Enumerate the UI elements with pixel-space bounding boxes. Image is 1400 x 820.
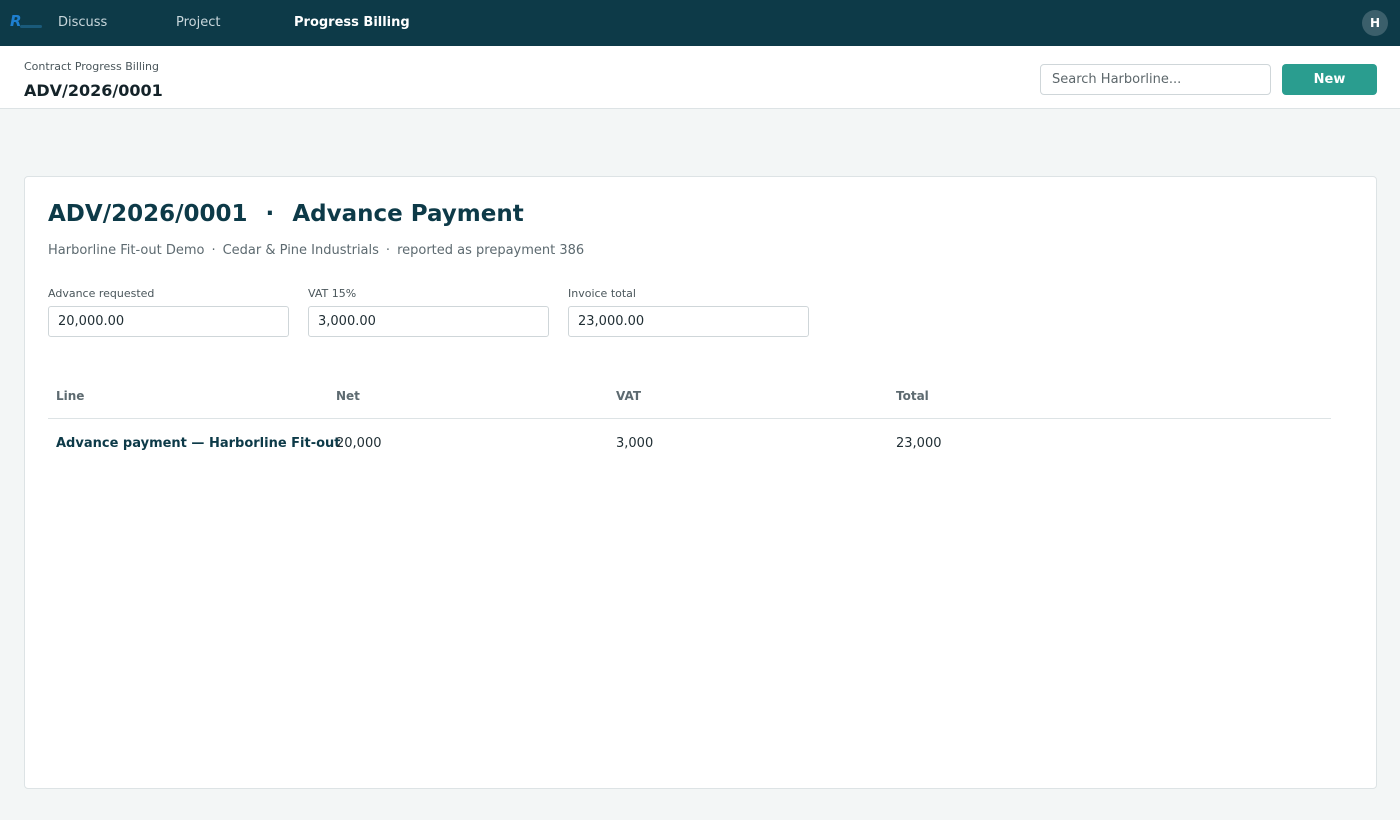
heading-reference: ADV/2026/0001 <box>48 201 248 227</box>
nav-item-progress-billing[interactable]: Progress Billing <box>294 15 410 30</box>
cell-net: 20,000 <box>336 436 382 451</box>
top-navbar: R Discuss Project Progress Billing H <box>0 0 1400 46</box>
meta-separator: · <box>211 243 216 258</box>
field-label: Advance requested <box>48 287 155 300</box>
app-logo-icon[interactable]: R <box>10 12 44 32</box>
breadcrumb[interactable]: Contract Progress Billing <box>24 60 159 73</box>
column-header-line[interactable]: Line <box>56 389 84 403</box>
table-row[interactable]: Advance payment — Harborline Fit-out 20,… <box>48 419 1331 467</box>
search-input[interactable] <box>1040 64 1271 95</box>
meta-separator: · <box>385 243 391 258</box>
field-label: Invoice total <box>568 287 636 300</box>
cell-line: Advance payment — Harborline Fit-out <box>56 436 341 451</box>
form-sheet: ADV/2026/0001 · Advance Payment Harborli… <box>24 176 1377 789</box>
field-advance-requested: Advance requested <box>48 287 289 337</box>
meta-partner: Cedar & Pine Industrials <box>222 243 379 258</box>
meta-project: Harborline Fit-out Demo <box>48 243 205 258</box>
field-label: VAT 15% <box>308 287 357 300</box>
heading-separator: · <box>265 201 275 227</box>
advance-requested-input[interactable] <box>48 306 289 337</box>
sheet-heading: ADV/2026/0001 · Advance Payment <box>48 201 524 227</box>
record-title: ADV/2026/0001 <box>24 81 163 100</box>
cell-vat: 3,000 <box>616 436 654 451</box>
meta-note: reported as prepayment 386 <box>397 243 585 258</box>
record-meta: Harborline Fit-out Demo · Cedar & Pine Ind… <box>48 243 584 258</box>
billing-lines-table: Line Net VAT Total Advance payment — Har… <box>48 373 1331 467</box>
new-button[interactable]: New <box>1282 64 1377 95</box>
column-header-net[interactable]: Net <box>336 389 360 403</box>
invoice-total-input[interactable] <box>568 306 809 337</box>
user-avatar[interactable]: H <box>1362 10 1388 36</box>
nav-item-project[interactable]: Project <box>176 15 220 30</box>
column-header-total[interactable]: Total <box>896 389 929 403</box>
vat-input[interactable] <box>308 306 549 337</box>
control-panel: Contract Progress Billing ADV/2026/0001 … <box>0 46 1400 109</box>
cell-total: 23,000 <box>896 436 942 451</box>
column-header-vat[interactable]: VAT <box>616 389 641 403</box>
field-invoice-total: Invoice total <box>568 287 809 337</box>
nav-item-discuss[interactable]: Discuss <box>58 15 107 30</box>
heading-kind: Advance Payment <box>292 201 524 227</box>
field-vat: VAT 15% <box>308 287 549 337</box>
table-header: Line Net VAT Total <box>48 373 1331 419</box>
